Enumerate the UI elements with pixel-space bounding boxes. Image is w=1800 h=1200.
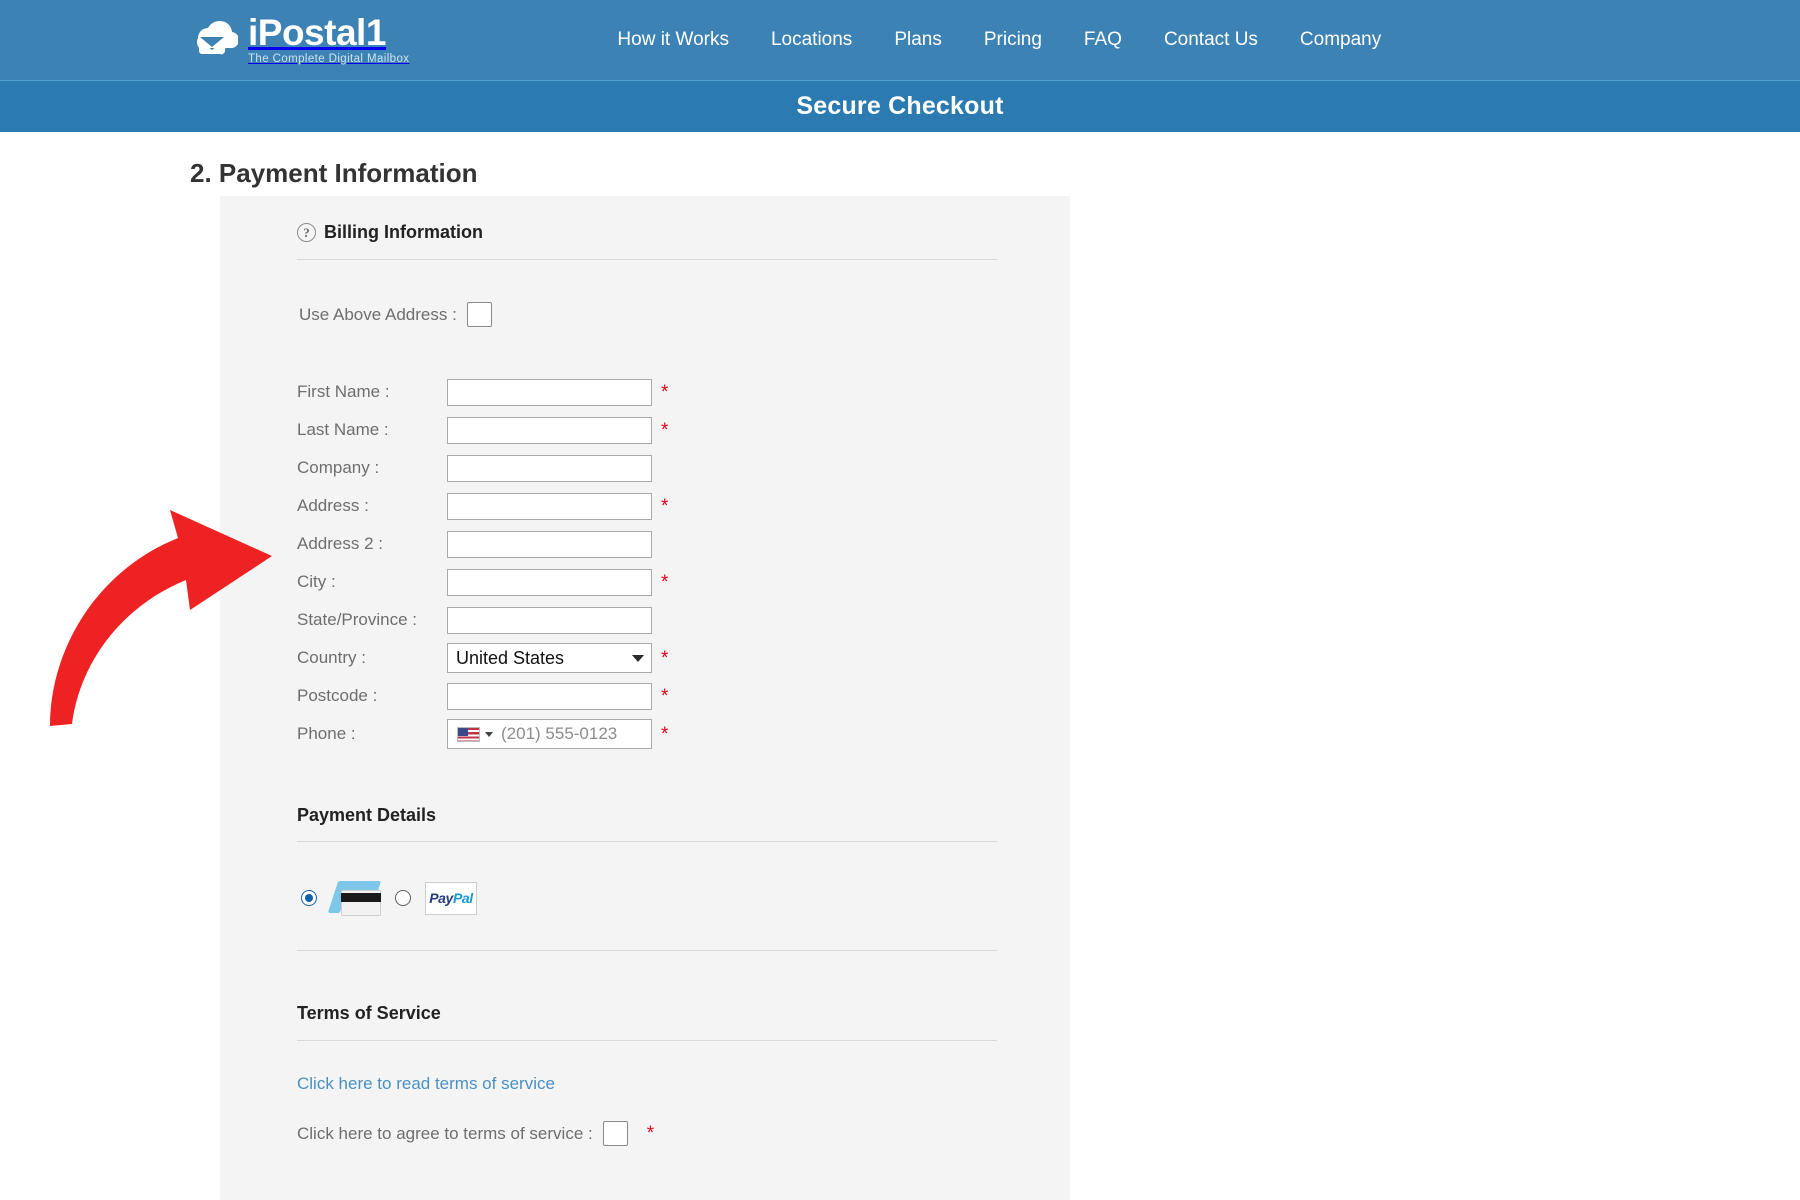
- required-marker: *: [661, 419, 669, 441]
- postcode-input[interactable]: [447, 682, 652, 710]
- last-name-label: Last Name :: [297, 420, 389, 439]
- use-above-address-label: Use Above Address :: [299, 304, 457, 324]
- country-select-value: United States: [456, 647, 565, 668]
- brand-name: iPostal1: [248, 12, 386, 54]
- required-marker: *: [661, 647, 669, 669]
- terms-of-service-heading: Terms of Service: [297, 1003, 441, 1023]
- form-row-company: Company :: [297, 449, 997, 487]
- red-arrow-annotation: [40, 498, 280, 728]
- top-navigation-bar: iPostal1 The Complete Digital Mailbox Ho…: [0, 0, 1800, 80]
- required-marker: *: [661, 495, 669, 517]
- payment-information-panel: ? Billing Information Use Above Address …: [220, 196, 1070, 1200]
- first-name-label: First Name :: [297, 382, 390, 401]
- nav-item-pricing[interactable]: Pricing: [984, 29, 1042, 51]
- nav-item-company[interactable]: Company: [1300, 29, 1381, 51]
- us-flag-icon: [457, 726, 480, 742]
- payment-method-options: PayPal: [297, 880, 997, 916]
- payment-divider: [297, 841, 997, 842]
- required-marker: *: [661, 685, 669, 707]
- billing-information-label: Billing Information: [324, 222, 483, 242]
- paypal-radio[interactable]: [395, 890, 411, 906]
- address-label: Address :: [297, 496, 369, 515]
- required-marker: *: [661, 381, 669, 403]
- last-name-input[interactable]: [447, 416, 652, 444]
- phone-country-selector[interactable]: [448, 726, 499, 742]
- nav-item-contact-us[interactable]: Contact Us: [1164, 29, 1258, 51]
- paypal-label-pal: Pal: [452, 890, 473, 906]
- form-row-first-name: First Name : *: [297, 373, 997, 411]
- brand-logo[interactable]: iPostal1 The Complete Digital Mailbox: [186, 14, 409, 66]
- banner-title: Secure Checkout: [796, 92, 1004, 120]
- form-row-state-province: State/Province :: [297, 601, 997, 639]
- address-2-label: Address 2 :: [297, 534, 383, 553]
- secure-checkout-banner: Secure Checkout: [0, 80, 1800, 132]
- required-marker: *: [661, 723, 669, 745]
- form-row-address: Address : *: [297, 487, 997, 525]
- phone-label: Phone :: [297, 724, 356, 743]
- address-2-input[interactable]: [447, 530, 652, 558]
- payment-details-heading: Payment Details: [297, 805, 437, 825]
- city-label: City :: [297, 572, 336, 591]
- state-province-input[interactable]: [447, 606, 652, 634]
- agree-terms-checkbox[interactable]: [602, 1121, 628, 1146]
- nav-item-plans[interactable]: Plans: [894, 29, 942, 51]
- phone-input-group[interactable]: (201) 555-0123: [447, 719, 652, 749]
- nav-links: How it Works Locations Plans Pricing FAQ…: [617, 29, 1381, 51]
- payment-divider-bottom: [297, 950, 997, 951]
- nav-item-faq[interactable]: FAQ: [1084, 29, 1122, 51]
- credit-card-icon[interactable]: [327, 880, 382, 916]
- use-above-address-row: Use Above Address :: [297, 302, 997, 327]
- company-input[interactable]: [447, 454, 652, 482]
- nav-item-how-it-works[interactable]: How it Works: [617, 29, 729, 51]
- state-province-label: State/Province :: [297, 610, 418, 629]
- cloud-mail-icon: [186, 18, 240, 62]
- country-select[interactable]: United States: [447, 643, 652, 673]
- billing-information-heading: ? Billing Information: [297, 222, 997, 243]
- address-input[interactable]: [447, 492, 652, 520]
- use-above-address-checkbox[interactable]: [466, 302, 492, 327]
- required-marker: *: [646, 1123, 655, 1144]
- country-label: Country :: [297, 648, 366, 667]
- first-name-input[interactable]: [447, 378, 652, 406]
- question-mark-circle-icon[interactable]: ?: [297, 223, 316, 242]
- paypal-label-pay: Pay: [429, 890, 453, 906]
- required-marker: *: [661, 571, 669, 593]
- page-title: 2. Payment Information: [190, 158, 478, 188]
- terms-divider: [297, 1040, 997, 1041]
- billing-form: First Name : * Last Name : * Company : A…: [297, 373, 997, 753]
- credit-card-radio[interactable]: [301, 890, 317, 906]
- billing-divider: [297, 259, 997, 260]
- agree-terms-label: Click here to agree to terms of service …: [297, 1123, 593, 1143]
- form-row-country: Country : United States *: [297, 639, 997, 677]
- paypal-logo[interactable]: PayPal: [425, 881, 477, 915]
- company-label: Company :: [297, 458, 380, 477]
- nav-item-locations[interactable]: Locations: [771, 29, 852, 51]
- form-row-phone: Phone : (201) 555-0123 *: [297, 715, 997, 753]
- chevron-down-icon: [632, 654, 644, 662]
- city-input[interactable]: [447, 568, 652, 596]
- brand-tagline: The Complete Digital Mailbox: [248, 53, 410, 66]
- form-row-last-name: Last Name : *: [297, 411, 997, 449]
- postcode-label: Postcode :: [297, 686, 378, 705]
- form-row-city: City : *: [297, 563, 997, 601]
- chevron-down-icon: [485, 731, 493, 737]
- form-row-postcode: Postcode : *: [297, 677, 997, 715]
- read-terms-link[interactable]: Click here to read terms of service: [297, 1074, 555, 1094]
- page-root: iPostal1 The Complete Digital Mailbox Ho…: [0, 0, 1800, 1200]
- phone-placeholder: (201) 555-0123: [501, 724, 618, 743]
- form-row-address-2: Address 2 :: [297, 525, 997, 563]
- agree-terms-row: Click here to agree to terms of service …: [297, 1121, 997, 1146]
